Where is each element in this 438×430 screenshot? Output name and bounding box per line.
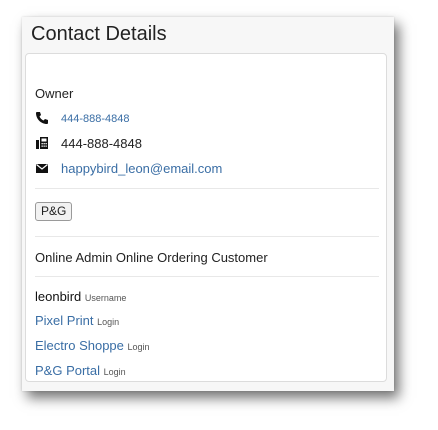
phone-icon [36, 112, 48, 124]
login-row: Electro Shoppe Login [35, 338, 150, 355]
login-label: Login [127, 342, 150, 352]
fax-number: 444-888-4848 [61, 136, 142, 151]
login-link-pixel-print[interactable]: Pixel Print [35, 313, 94, 328]
divider [35, 276, 379, 277]
tag-badge: P&G [35, 202, 73, 221]
envelope-icon [36, 164, 48, 173]
login-label: Login [103, 367, 126, 377]
login-link-electro-shoppe[interactable]: Electro Shoppe [35, 338, 124, 353]
contact-details-card: Contact Details Owner 444-888-4848 444-8… [22, 17, 394, 391]
login-label: Login [97, 317, 120, 327]
login-row: Pixel Print Login [35, 313, 119, 330]
contact-panel: Owner 444-888-4848 444-888-4848 happybir… [25, 53, 387, 382]
login-link-pg-portal[interactable]: P&G Portal [35, 363, 100, 378]
phone-link[interactable]: 444-888-4848 [61, 111, 130, 127]
contact-role: Owner [35, 86, 74, 101]
username-row: leonbird Username [35, 289, 126, 306]
card-title: Contact Details [31, 23, 167, 45]
fax-icon [36, 137, 48, 149]
email-link[interactable]: happybird_leon@email.com [61, 161, 222, 177]
username: leonbird [35, 289, 82, 304]
username-label: Username [84, 293, 127, 303]
login-row: P&G Portal Login [35, 363, 126, 380]
account-type: Online Admin Online Ordering Customer [35, 250, 268, 265]
divider [35, 236, 379, 237]
divider [35, 188, 379, 189]
